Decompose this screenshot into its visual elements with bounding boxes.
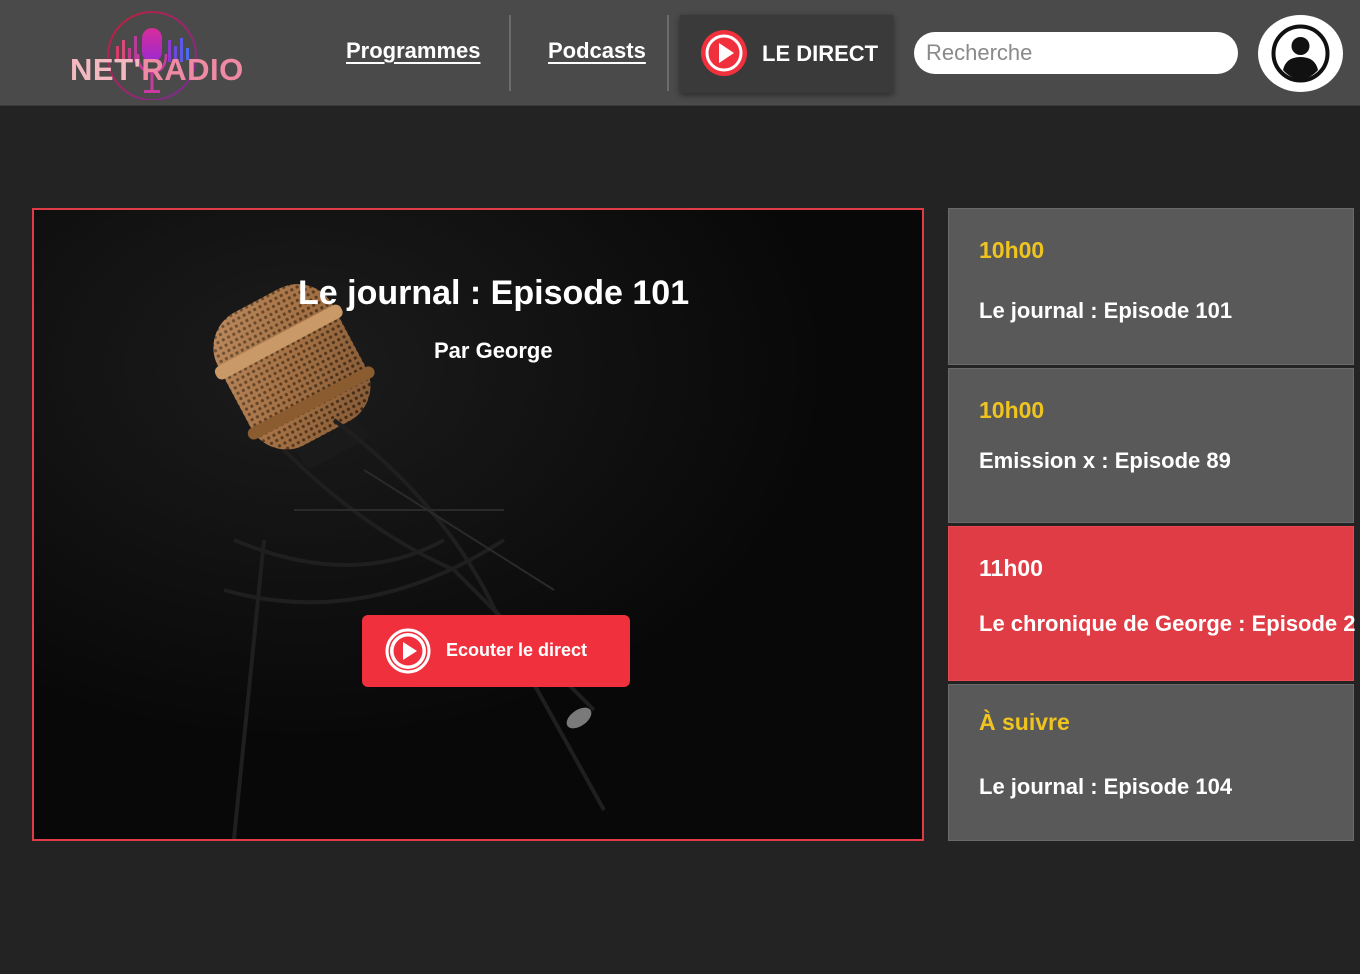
play-circle-icon — [701, 30, 747, 76]
play-circle-icon — [385, 628, 431, 674]
schedule-item[interactable]: 10h00 Emission x : Episode 89 — [948, 368, 1354, 523]
nav-link-programmes[interactable]: Programmes — [346, 38, 481, 64]
logo-part-net: NET' — [70, 52, 142, 87]
nav-divider — [509, 15, 511, 91]
episode-author: Par George — [434, 338, 553, 363]
listen-live-button[interactable]: Ecouter le direct — [362, 615, 630, 687]
live-direct-button[interactable]: LE DIRECT — [680, 15, 893, 93]
user-account-icon — [1271, 24, 1330, 83]
schedule-item-current[interactable]: 11h00 Le chronique de George : Episode 2 — [948, 526, 1356, 681]
schedule-item-time: 10h00 — [979, 237, 1045, 263]
episode-title: Le journal : Episode 101 — [298, 274, 690, 312]
schedule-item-time: À suivre — [979, 709, 1070, 735]
search-input[interactable] — [914, 32, 1238, 74]
top-header: NET'RADIO Programmes Podcasts LE DIRECT — [0, 0, 1360, 106]
schedule-item-title: Le journal : Episode 104 — [979, 774, 1233, 799]
schedule-item-time: 10h00 — [979, 397, 1045, 423]
nav-divider — [667, 15, 669, 91]
logo-part-radio: RADIO — [141, 52, 244, 87]
live-direct-label: LE DIRECT — [762, 41, 879, 66]
schedule-item-time: 11h00 — [979, 555, 1043, 581]
live-player-hero: Le journal : Episode 101 Par George Ecou… — [32, 208, 924, 841]
logo-wordmark: NET'RADIO — [70, 52, 244, 88]
listen-live-label: Ecouter le direct — [446, 640, 588, 660]
schedule-item-title: Le journal : Episode 101 — [979, 298, 1233, 323]
schedule-item[interactable]: 10h00 Le journal : Episode 101 — [948, 208, 1354, 365]
nav-link-podcasts[interactable]: Podcasts — [548, 38, 646, 64]
schedule-item-title: Emission x : Episode 89 — [979, 448, 1231, 473]
netradio-logo[interactable]: NET'RADIO — [68, 10, 248, 100]
user-account-button[interactable] — [1258, 15, 1343, 92]
schedule-item-up-next[interactable]: À suivre Le journal : Episode 104 — [948, 684, 1354, 841]
schedule-item-title: Le chronique de George : Episode 2 — [979, 611, 1356, 636]
